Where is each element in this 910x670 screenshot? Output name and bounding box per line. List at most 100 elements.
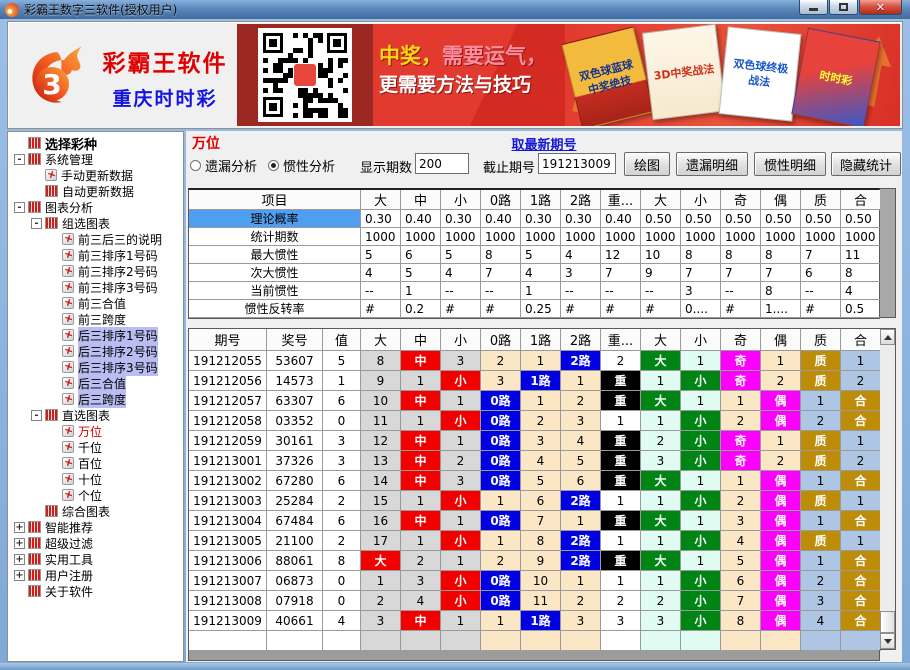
book-cover[interactable]: 时时彩 — [791, 28, 880, 126]
table-row[interactable]: 19121205763307610中10路12重大11偶1合 — [189, 391, 879, 411]
attr-cell: 0路 — [481, 431, 521, 451]
attr-cell: 7 — [721, 591, 761, 611]
stats-row[interactable]: 统计期数100010001000100010001000100010001000… — [189, 228, 879, 246]
stats-value-cell: 1000 — [841, 228, 881, 246]
close-button[interactable]: ✕ — [859, 0, 902, 15]
tree-item[interactable]: 前三合值 — [8, 295, 183, 311]
tree-item[interactable]: 前三排序3号码 — [8, 279, 183, 295]
tree-item[interactable]: 后三合值 — [8, 375, 183, 391]
tree-item-label: 后三跨度 — [78, 391, 126, 408]
attr-cell: 4 — [521, 451, 561, 471]
tree-item[interactable]: 前三排序1号码 — [8, 247, 183, 263]
radio-omission[interactable]: 遗漏分析 — [190, 156, 257, 175]
tree-item[interactable]: 后三排序1号码 — [8, 327, 183, 343]
stats-value-cell: 1000 — [441, 228, 481, 246]
end-period-input[interactable] — [538, 153, 616, 174]
table-row[interactable]: 19121300807918024小0路11222小7偶3合 — [189, 591, 879, 611]
radio-inertia[interactable]: 惯性分析 — [268, 156, 335, 175]
stats-row-label[interactable]: 当前惯性 — [189, 282, 361, 300]
stats-row[interactable]: 惯性反转率#0.2##0.25###0....#1....#0.5 — [189, 300, 879, 318]
attr-cell: 1 — [521, 391, 561, 411]
stats-row[interactable]: 当前惯性--1----1------3--8--4 — [189, 282, 879, 300]
tree-item[interactable]: +智能推荐 — [8, 519, 183, 535]
tree-item[interactable]: -图表分析 — [8, 199, 183, 215]
plus-expand-icon[interactable]: + — [14, 554, 25, 565]
attr-cell: 8 — [721, 611, 761, 631]
stats-row[interactable]: 理论概率0.300.400.300.400.300.300.400.500.50… — [189, 210, 879, 228]
plus-expand-icon[interactable]: + — [14, 570, 25, 581]
scroll-down-button[interactable] — [880, 633, 895, 649]
stats-value-cell: -- — [441, 282, 481, 300]
stats-value-cell: 1000 — [801, 228, 841, 246]
data-header-cell: 0路 — [481, 329, 521, 351]
tree-item[interactable]: -直选图表 — [8, 407, 183, 423]
table-row[interactable]: 191213006880618大21292路重大15偶1合 — [189, 551, 879, 571]
book-cover[interactable]: 3D中奖战法 — [642, 24, 726, 120]
stats-row-label[interactable]: 惯性反转率 — [189, 300, 361, 318]
tree-item[interactable]: 百位 — [8, 455, 183, 471]
stats-row-label[interactable]: 统计期数 — [189, 228, 361, 246]
stats-table-filler — [880, 188, 896, 318]
stats-header-cell: 小 — [441, 190, 481, 210]
table-row[interactable]: 191212058033520111小0路2311小2偶2合 — [189, 411, 879, 431]
table-row[interactable]: 1912130094066143中111路333小8偶4合 — [189, 611, 879, 631]
tree-item[interactable]: +实用工具 — [8, 551, 183, 567]
draw-button[interactable]: 绘图 — [624, 152, 670, 176]
periods-input[interactable] — [415, 153, 469, 174]
table-row[interactable]: 19121300267280614中30路56重大11偶1合 — [189, 471, 879, 491]
table-row[interactable]: 19121300706873013小0路10111小6偶2合 — [189, 571, 879, 591]
tree-item[interactable]: 千位 — [8, 439, 183, 455]
tree-item[interactable]: 后三跨度 — [8, 391, 183, 407]
stats-row[interactable]: 次大惯性4547437977768 — [189, 264, 879, 282]
stats-row-label[interactable]: 次大惯性 — [189, 264, 361, 282]
scrollbar-thumb[interactable] — [880, 611, 895, 633]
tree-item[interactable]: -组选图表 — [8, 215, 183, 231]
tree-item[interactable]: 前三后三的说明 — [8, 231, 183, 247]
minus-expand-icon[interactable]: - — [14, 202, 25, 213]
omission-detail-button[interactable]: 遗漏明细 — [676, 152, 748, 176]
maximize-button[interactable] — [829, 0, 858, 15]
plus-expand-icon[interactable]: + — [14, 538, 25, 549]
tree-item[interactable]: 后三排序2号码 — [8, 343, 183, 359]
tree-item[interactable]: 十位 — [8, 471, 183, 487]
inertia-detail-button[interactable]: 惯性明细 — [754, 152, 826, 176]
minus-expand-icon[interactable]: - — [31, 410, 42, 421]
leaf-node-icon — [62, 265, 74, 277]
table-row[interactable]: 19121205930161312中10路34重2小奇1质1 — [189, 431, 879, 451]
book-cover[interactable]: 双色球终极战法 — [719, 26, 802, 121]
stats-row[interactable]: 最大惯性5658541210888711 — [189, 246, 879, 264]
table-row[interactable]: 191213005211002171小182路11小4偶质1 — [189, 531, 879, 551]
tree-item[interactable]: 前三跨度 — [8, 311, 183, 327]
table-row[interactable]: 1912120555360758中3212路2大1奇1质1 — [189, 351, 879, 371]
minimize-button[interactable] — [799, 0, 828, 15]
table-row[interactable]: 19121205614573191小31路1重1小奇2质2 — [189, 371, 879, 391]
stats-row-label[interactable]: 理论概率 — [189, 210, 361, 228]
tree-item[interactable]: 综合图表 — [8, 503, 183, 519]
stats-header-cell: 质 — [801, 190, 841, 210]
vertical-scrollbar[interactable] — [880, 328, 896, 650]
table-row[interactable]: 19121300467484616中10路71重大13偶1合 — [189, 511, 879, 531]
table-row[interactable]: 191213003252842151小162路11小2偶质1 — [189, 491, 879, 511]
tree-item[interactable]: 自动更新数据 — [8, 183, 183, 199]
ad-banner[interactable]: 中奖，需要运气， 更需要方法与技巧 双色球蓝球中奖绝技3D中奖战法双色球终极战法… — [237, 24, 900, 126]
tree-item[interactable]: +用户注册 — [8, 567, 183, 583]
minus-expand-icon[interactable]: - — [14, 154, 25, 165]
scroll-up-button[interactable] — [880, 329, 895, 345]
tree-item[interactable]: +超级过滤 — [8, 535, 183, 551]
plus-expand-icon[interactable]: + — [14, 522, 25, 533]
table-row[interactable]: 19121300137326313中20路45重3小奇2质2 — [189, 451, 879, 471]
tree-item[interactable]: 万位 — [8, 423, 183, 439]
stats-row-label[interactable]: 最大惯性 — [189, 246, 361, 264]
hide-stats-button[interactable]: 隐藏统计 — [831, 152, 901, 176]
tree-item[interactable]: 选择彩种 — [8, 135, 183, 151]
attr-cell: 1 — [481, 611, 521, 631]
minus-expand-icon[interactable]: - — [31, 218, 42, 229]
stats-value-cell: 8 — [481, 246, 521, 264]
tree-item[interactable]: -系统管理 — [8, 151, 183, 167]
tree-item[interactable]: 个位 — [8, 487, 183, 503]
tree-item[interactable]: 手动更新数据 — [8, 167, 183, 183]
tree-item[interactable]: 前三排序2号码 — [8, 263, 183, 279]
tree-item[interactable]: 后三排序3号码 — [8, 359, 183, 375]
tree-item[interactable]: 关于软件 — [8, 583, 183, 599]
horizontal-scrollbar[interactable] — [188, 650, 880, 661]
